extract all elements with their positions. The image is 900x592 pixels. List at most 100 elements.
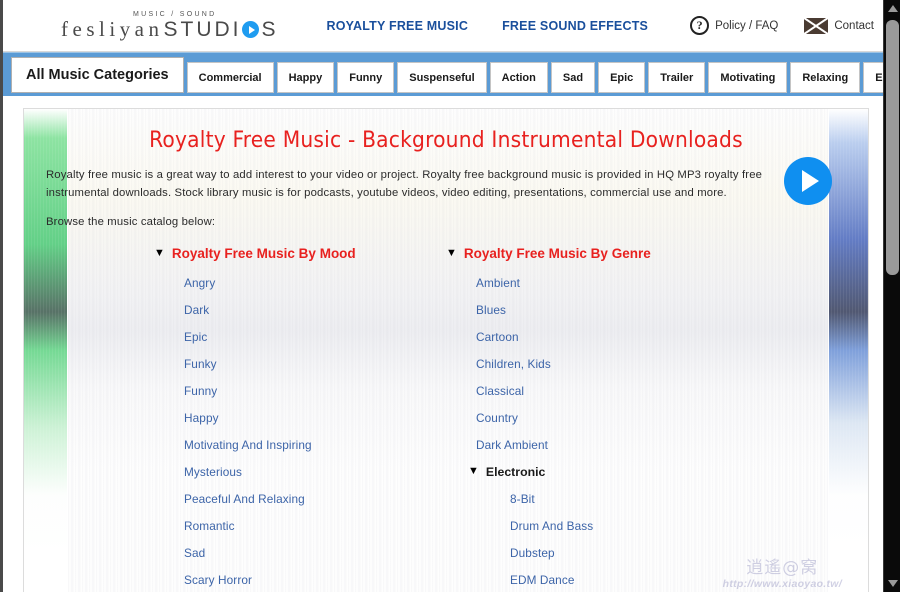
page-title: Royalty Free Music - Background Instrume…: [149, 127, 743, 153]
browser-viewport: MUSIC / SOUND fesliyan STUDI S ROYALTY F…: [0, 0, 900, 592]
genre-list: Ambient Blues Cartoon Children, Kids Cla…: [446, 269, 846, 592]
list-item: ▼ Electronic: [446, 458, 846, 485]
primary-nav: ROYALTY FREE MUSIC FREE SOUND EFFECTS: [327, 19, 649, 33]
content-panel: Royalty Free Music - Background Instrume…: [23, 108, 869, 592]
genre-link-dark-ambient[interactable]: Dark Ambient: [476, 431, 846, 458]
list-item: Classical: [446, 377, 846, 404]
list-item: Motivating And Inspiring: [154, 431, 446, 458]
genre-subgroup-electronic[interactable]: ▼ Electronic: [468, 458, 846, 485]
nav-contact-label: Contact: [834, 19, 874, 32]
list-item: Drum And Bass: [446, 512, 846, 539]
mood-link-scary-horror[interactable]: Scary Horror: [184, 566, 446, 592]
secondary-nav: ? Policy / FAQ Contact $ Donate: [690, 16, 900, 36]
tab-action[interactable]: Action: [489, 62, 548, 93]
nav-royalty-free-music[interactable]: ROYALTY FREE MUSIC: [327, 19, 469, 33]
list-item: Mysterious: [154, 458, 446, 485]
mood-link-peaceful-and-relaxing[interactable]: Peaceful And Relaxing: [184, 485, 446, 512]
chevron-down-icon: ▼: [468, 465, 479, 477]
genre-column: ▼ Royalty Free Music By Genre Ambient Bl…: [446, 246, 846, 592]
genre-link-country[interactable]: Country: [476, 404, 846, 431]
genre-subgroup-electronic-label: Electronic: [485, 464, 546, 479]
mood-link-funky[interactable]: Funky: [184, 350, 446, 377]
tab-motivating[interactable]: Motivating: [708, 62, 788, 93]
tab-sad[interactable]: Sad: [550, 62, 596, 93]
genre-section-heading[interactable]: ▼ Royalty Free Music By Genre: [446, 246, 846, 261]
tab-commercial[interactable]: Commercial: [186, 62, 274, 93]
mood-link-funny[interactable]: Funny: [184, 377, 446, 404]
page-scrollbar[interactable]: [883, 0, 900, 592]
intro-paragraph: Royalty free music is a great way to add…: [46, 169, 763, 199]
list-item: Romantic: [154, 512, 446, 539]
list-item: Country: [446, 404, 846, 431]
tab-relaxing[interactable]: Relaxing: [790, 62, 861, 93]
logo-name-light: fesliyan: [61, 17, 164, 41]
mood-link-motivating-and-inspiring[interactable]: Motivating And Inspiring: [184, 431, 446, 458]
nav-contact[interactable]: Contact: [804, 17, 874, 34]
mood-section-heading[interactable]: ▼ Royalty Free Music By Mood: [154, 246, 446, 261]
genre-link-blues[interactable]: Blues: [476, 296, 846, 323]
tab-happy[interactable]: Happy: [276, 62, 335, 93]
list-item: Peaceful And Relaxing: [154, 485, 446, 512]
nav-policy-faq-label: Policy / FAQ: [715, 19, 779, 32]
logo-name-bold-post: S: [261, 18, 279, 41]
mood-section-heading-label: Royalty Free Music By Mood: [171, 246, 356, 261]
play-button[interactable]: [784, 157, 832, 205]
list-item: Children, Kids: [446, 350, 846, 377]
list-item: Sad: [154, 539, 446, 566]
nav-policy-faq[interactable]: ? Policy / FAQ: [690, 16, 778, 35]
logo-name-bold: STUDI S: [163, 19, 278, 40]
mood-link-sad[interactable]: Sad: [184, 539, 446, 566]
mood-link-happy[interactable]: Happy: [184, 404, 446, 431]
site-logo[interactable]: MUSIC / SOUND fesliyan STUDI S: [61, 11, 279, 40]
scroll-down-arrow-icon[interactable]: [884, 575, 900, 592]
tab-funny[interactable]: Funny: [337, 62, 395, 93]
logo-name-bold-pre: STUDI: [163, 18, 242, 41]
genre-link-children-kids[interactable]: Children, Kids: [476, 350, 846, 377]
browse-catalog-label: Browse the music catalog below:: [46, 216, 216, 228]
list-item: Funny: [154, 377, 446, 404]
genre-section-heading-label: Royalty Free Music By Genre: [463, 246, 651, 261]
envelope-icon: [804, 17, 829, 34]
tab-epic[interactable]: Epic: [598, 62, 646, 93]
list-item: Funky: [154, 350, 446, 377]
list-item: Scary Horror: [154, 566, 446, 592]
mood-link-romantic[interactable]: Romantic: [184, 512, 446, 539]
genre-link-8-bit[interactable]: 8-Bit: [510, 485, 846, 512]
list-item: Cartoon: [446, 323, 846, 350]
mood-link-angry[interactable]: Angry: [184, 269, 446, 296]
list-item: Epic: [154, 323, 446, 350]
genre-link-cartoon[interactable]: Cartoon: [476, 323, 846, 350]
mood-link-mysterious[interactable]: Mysterious: [184, 458, 446, 485]
question-mark-icon: ?: [690, 16, 710, 35]
chevron-down-icon: ▼: [154, 247, 165, 259]
nav-free-sound-effects[interactable]: FREE SOUND EFFECTS: [502, 19, 648, 33]
list-item: Ambient: [446, 269, 846, 296]
list-item: Blues: [446, 296, 846, 323]
genre-link-ambient[interactable]: Ambient: [476, 269, 846, 296]
genre-link-classical[interactable]: Classical: [476, 377, 846, 404]
mood-list: Angry Dark Epic Funky Funny Happy Motiva…: [154, 269, 446, 592]
site-header: MUSIC / SOUND fesliyan STUDI S ROYALTY F…: [3, 0, 889, 52]
tab-trailer[interactable]: Trailer: [648, 62, 706, 93]
mood-link-dark[interactable]: Dark: [184, 296, 446, 323]
chevron-down-icon: ▼: [446, 247, 457, 259]
genre-link-drum-and-bass[interactable]: Drum And Bass: [510, 512, 846, 539]
list-item: Happy: [154, 404, 446, 431]
list-item: Dubstep: [446, 539, 846, 566]
list-item: Dark: [154, 296, 446, 323]
logo-wordmark: fesliyan STUDI S: [61, 17, 279, 41]
list-item: 8-Bit: [446, 485, 846, 512]
category-columns: ▼ Royalty Free Music By Mood Angry Dark …: [46, 246, 846, 592]
mood-link-epic[interactable]: Epic: [184, 323, 446, 350]
scrollbar-thumb[interactable]: [886, 20, 899, 275]
list-item: Dark Ambient: [446, 431, 846, 458]
mood-column: ▼ Royalty Free Music By Mood Angry Dark …: [46, 246, 446, 592]
genre-link-dubstep[interactable]: Dubstep: [510, 539, 846, 566]
tab-all-music-categories[interactable]: All Music Categories: [11, 57, 184, 93]
tab-suspenseful[interactable]: Suspenseful: [397, 62, 487, 93]
category-tabbar: All Music Categories Commercial Happy Fu…: [3, 52, 900, 96]
logo-play-icon: [242, 21, 260, 38]
scroll-up-arrow-icon[interactable]: [884, 0, 900, 17]
list-item: EDM Dance: [446, 566, 846, 592]
genre-link-edm-dance[interactable]: EDM Dance: [510, 566, 846, 592]
